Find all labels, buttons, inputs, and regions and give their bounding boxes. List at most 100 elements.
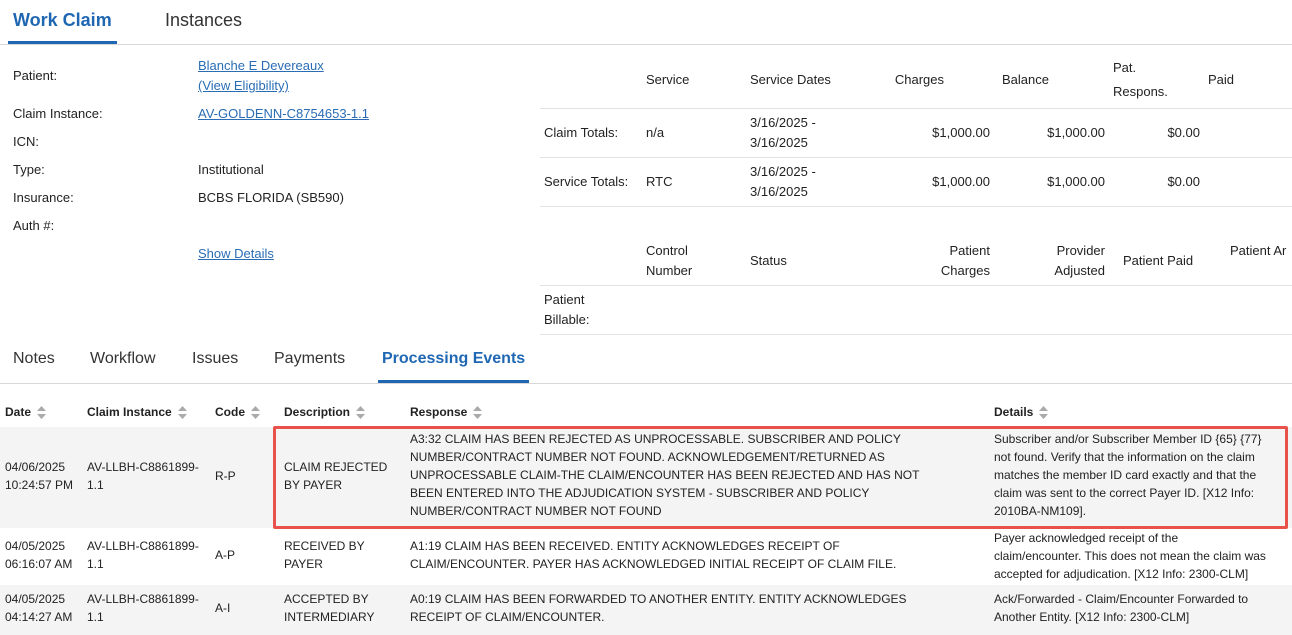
col-patient-ar: Patient Ar (1230, 243, 1287, 258)
row-date: 04/05/2025 (5, 539, 66, 553)
patient-billable-label-2: Billable: (544, 312, 590, 327)
auth-label: Auth #: (13, 218, 55, 233)
row-date: 04/06/2025 (5, 460, 66, 474)
top-tab-bar: Work Claim Instances (0, 0, 1292, 45)
service-totals-label: Service Totals: (544, 174, 629, 189)
service-totals-date-start: 3/16/2025 - (750, 164, 816, 179)
col-claim-instance[interactable]: Claim Instance (87, 404, 187, 420)
row-response-line: CLAIM/ENCOUNTER. PAYER HAS ACKNOWLEDGED … (410, 557, 897, 571)
row-description: RECEIVED BY (284, 539, 365, 553)
col-details[interactable]: Details (994, 404, 1049, 420)
sort-icon[interactable] (473, 406, 483, 420)
row-instance-suffix: 1.1 (87, 610, 104, 624)
col-provider-adjusted-2: Adjusted (1054, 263, 1105, 278)
col-paid: Paid (1208, 72, 1235, 87)
row-instance: AV-LLBH-C8861899- (87, 539, 199, 553)
service-totals-charges: $1,000.00 (932, 174, 990, 189)
col-code-label: Code (215, 405, 245, 419)
col-control-1: Control (646, 243, 688, 258)
row-description: ACCEPTED BY (284, 592, 369, 606)
claim-totals-date-start: 3/16/2025 - (750, 115, 816, 130)
patient-label: Patient: (13, 68, 58, 83)
claim-totals-charges: $1,000.00 (932, 125, 990, 140)
col-date[interactable]: Date (5, 404, 47, 420)
row-time: 06:16:07 AM (5, 557, 73, 571)
row-response-line: A0:19 CLAIM HAS BEEN FORWARDED TO ANOTHE… (410, 592, 907, 606)
row-time: 04:14:27 AM (5, 610, 73, 624)
tab-notes[interactable]: Notes (13, 338, 55, 383)
row-response-line: A1:19 CLAIM HAS BEEN RECEIVED. ENTITY AC… (410, 539, 840, 553)
divider (540, 334, 1292, 335)
row-time: 10:24:57 PM (5, 478, 74, 492)
row-code: A-P (215, 548, 236, 562)
tab-workflow[interactable]: Workflow (90, 338, 156, 383)
col-code[interactable]: Code (215, 404, 260, 420)
col-control-2: Number (646, 263, 693, 278)
service-totals-date-end: 3/16/2025 (750, 184, 808, 199)
view-eligibility-link[interactable]: (View Eligibility) (198, 78, 289, 93)
claim-totals-label: Claim Totals: (544, 125, 619, 140)
col-description[interactable]: Description (284, 404, 366, 420)
col-patient-charges-2: Charges (940, 263, 990, 278)
service-totals-service: RTC (646, 174, 673, 189)
col-description-label: Description (284, 405, 351, 419)
tab-payments[interactable]: Payments (274, 338, 345, 383)
col-service: Service (646, 72, 690, 87)
col-pat-respons-1: Pat. (1113, 60, 1137, 75)
divider (540, 108, 1292, 109)
claim-totals-date-end: 3/16/2025 (750, 135, 808, 150)
col-patient-charges-1: Patient (949, 243, 990, 258)
row-instance-suffix: 1.1 (87, 557, 104, 571)
col-provider-adjusted-1: Provider (1056, 243, 1105, 258)
claim-totals-balance: $1,000.00 (1047, 125, 1105, 140)
tab-issues[interactable]: Issues (192, 338, 238, 383)
tab-instances[interactable]: Instances (165, 0, 242, 44)
tab-processing-events[interactable]: Processing Events (377, 338, 530, 383)
show-details-link[interactable]: Show Details (198, 246, 274, 261)
row-code: A-I (215, 601, 231, 615)
col-balance: Balance (1002, 72, 1049, 87)
tab-work-claim[interactable]: Work Claim (8, 0, 117, 44)
row-details-line: accepted for adjudication. [X12 Info: 23… (994, 567, 1249, 581)
sort-icon[interactable] (1039, 406, 1049, 420)
patient-billable-label-1: Patient (544, 292, 585, 307)
service-totals-balance: $1,000.00 (1047, 174, 1105, 189)
row-code: R-P (215, 469, 236, 483)
divider (540, 157, 1292, 158)
col-response[interactable]: Response (410, 404, 483, 420)
claim-instance-label: Claim Instance: (13, 106, 103, 121)
row-description-2: INTERMEDIARY (284, 610, 375, 624)
row-instance-suffix: 1.1 (87, 478, 104, 492)
sort-icon[interactable] (251, 406, 260, 420)
col-service-dates: Service Dates (750, 72, 831, 87)
row-instance: AV-LLBH-C8861899- (87, 592, 199, 606)
insurance-label: Insurance: (13, 190, 74, 205)
col-patient-paid: Patient Paid (1123, 253, 1194, 268)
col-charges: Charges (894, 72, 944, 87)
sort-icon[interactable] (37, 406, 47, 420)
sort-icon[interactable] (356, 406, 366, 420)
col-claim-instance-label: Claim Instance (87, 405, 172, 419)
row-details-line: claim/encounter. This does not mean the … (994, 549, 1266, 563)
type-label: Type: (13, 162, 45, 177)
row-response-line: RECEIPT OF CLAIM/ENCOUNTER. (410, 610, 605, 624)
patient-name-link[interactable]: Blanche E Devereaux (198, 58, 324, 73)
divider (540, 285, 1292, 286)
row-date: 04/05/2025 (5, 592, 66, 606)
col-date-label: Date (5, 405, 32, 419)
row-details-line: Ack/Forwarded - Claim/Encounter Forwarde… (994, 592, 1249, 606)
claim-instance-link[interactable]: AV-GOLDENN-C8754653-1.1 (198, 106, 369, 121)
type-value: Institutional (198, 162, 264, 177)
col-pat-respons-2: Respons. (1113, 84, 1168, 99)
icn-label: ICN: (13, 134, 39, 149)
claim-totals-service: n/a (646, 125, 665, 140)
claim-totals-pat-respons: $0.00 (1167, 125, 1200, 140)
row-instance: AV-LLBH-C8861899- (87, 460, 199, 474)
insurance-value: BCBS FLORIDA (SB590) (198, 190, 344, 205)
sort-icon[interactable] (177, 406, 187, 420)
col-response-label: Response (410, 405, 468, 419)
row-description-2: PAYER (284, 557, 323, 571)
service-totals-pat-respons: $0.00 (1167, 174, 1200, 189)
row-details-line: Payer acknowledged receipt of the (994, 531, 1179, 545)
sub-tab-bar: Notes Workflow Issues Payments Processin… (0, 338, 1292, 384)
